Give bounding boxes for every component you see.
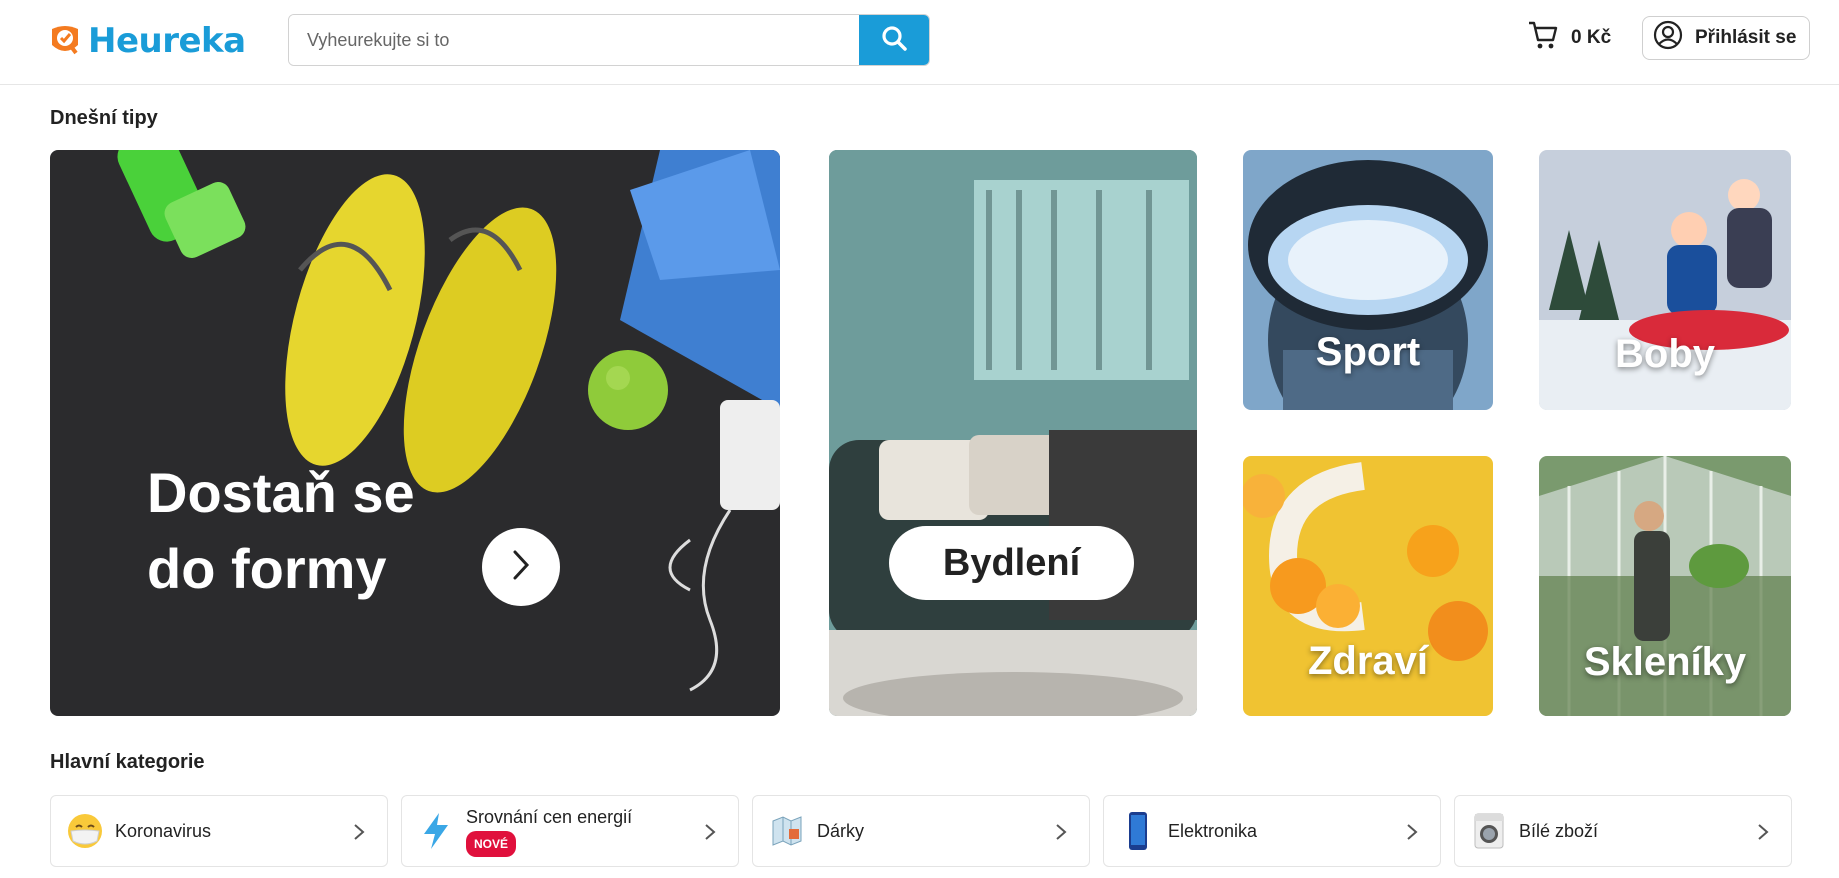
cart-button[interactable]: 0 Kč xyxy=(1527,18,1611,58)
fitness-headline-line2: do formy xyxy=(147,537,387,600)
washing-machine-icon xyxy=(1469,811,1509,851)
map-gift-icon xyxy=(767,811,807,851)
category-darky[interactable]: Dárky xyxy=(752,795,1090,867)
login-button[interactable]: Přihlásit se xyxy=(1642,16,1810,60)
sport-label: Sport xyxy=(1315,330,1421,374)
fitness-arrow-button[interactable] xyxy=(482,528,560,606)
category-label: Elektronika xyxy=(1168,821,1258,841)
cart-amount: 0 Kč xyxy=(1571,27,1612,48)
tip-tile-boby[interactable]: Boby xyxy=(1539,150,1791,410)
category-bile-zbozi[interactable]: Bílé zboží xyxy=(1454,795,1792,867)
cart-icon xyxy=(1527,20,1559,56)
new-badge: NOVÉ xyxy=(466,830,517,857)
heureka-logo-icon xyxy=(48,23,82,59)
chevron-right-icon[interactable] xyxy=(345,818,373,846)
fitness-headline: Dostaň se do formy xyxy=(147,455,447,607)
search-button[interactable] xyxy=(859,15,929,65)
bydleni-image xyxy=(829,150,1197,716)
user-icon xyxy=(1653,20,1683,56)
tip-tile-bydleni[interactable]: Bydlení xyxy=(829,150,1197,716)
boby-label: Boby xyxy=(1615,332,1715,376)
search-bar xyxy=(288,14,930,66)
fitness-headline-line1: Dostaň se xyxy=(147,461,415,524)
category-label: Dárky xyxy=(817,821,865,841)
category-koronavirus[interactable]: Koronavirus xyxy=(50,795,388,867)
chevron-right-icon[interactable] xyxy=(1749,818,1777,846)
chevron-right-icon xyxy=(509,548,533,587)
section-title-tips: Dnešní tipy xyxy=(50,107,158,129)
skleniky-label: Skleníky xyxy=(1583,640,1747,684)
tip-tile-sport[interactable]: Sport xyxy=(1243,150,1493,410)
category-elektronika[interactable]: Elektronika xyxy=(1103,795,1441,867)
category-label: Bílé zboží xyxy=(1519,821,1599,841)
heureka-logo[interactable]: Heureka xyxy=(48,20,246,62)
mask-emoji-icon xyxy=(65,811,105,851)
search-input[interactable] xyxy=(289,15,859,65)
tip-tile-skleniky[interactable]: Skleníky xyxy=(1539,456,1791,716)
chevron-right-icon[interactable] xyxy=(1398,818,1426,846)
search-icon xyxy=(881,25,907,56)
logo-text: Heureka xyxy=(88,21,246,61)
bydleni-label: Bydlení xyxy=(889,526,1134,600)
category-label-group: Srovnání cen energií NOVÉ xyxy=(466,806,632,857)
category-label: Koronavirus xyxy=(115,821,212,841)
category-label: Srovnání cen energií xyxy=(466,806,633,827)
header: Heureka 0 Kč xyxy=(0,0,1839,85)
section-title-categories: Hlavní kategorie xyxy=(50,751,205,773)
category-energie[interactable]: Srovnání cen energií NOVÉ xyxy=(401,795,739,867)
fitness-image xyxy=(50,150,780,716)
login-label: Přihlásit se xyxy=(1695,27,1797,48)
phone-icon xyxy=(1118,811,1158,851)
tip-tile-zdravi[interactable]: Zdraví xyxy=(1243,456,1493,716)
zdravi-label: Zdraví xyxy=(1307,639,1429,683)
lightning-icon xyxy=(416,811,456,851)
tip-tile-fitness[interactable]: Dostaň se do formy xyxy=(50,150,780,716)
chevron-right-icon[interactable] xyxy=(696,818,724,846)
chevron-right-icon[interactable] xyxy=(1047,818,1075,846)
